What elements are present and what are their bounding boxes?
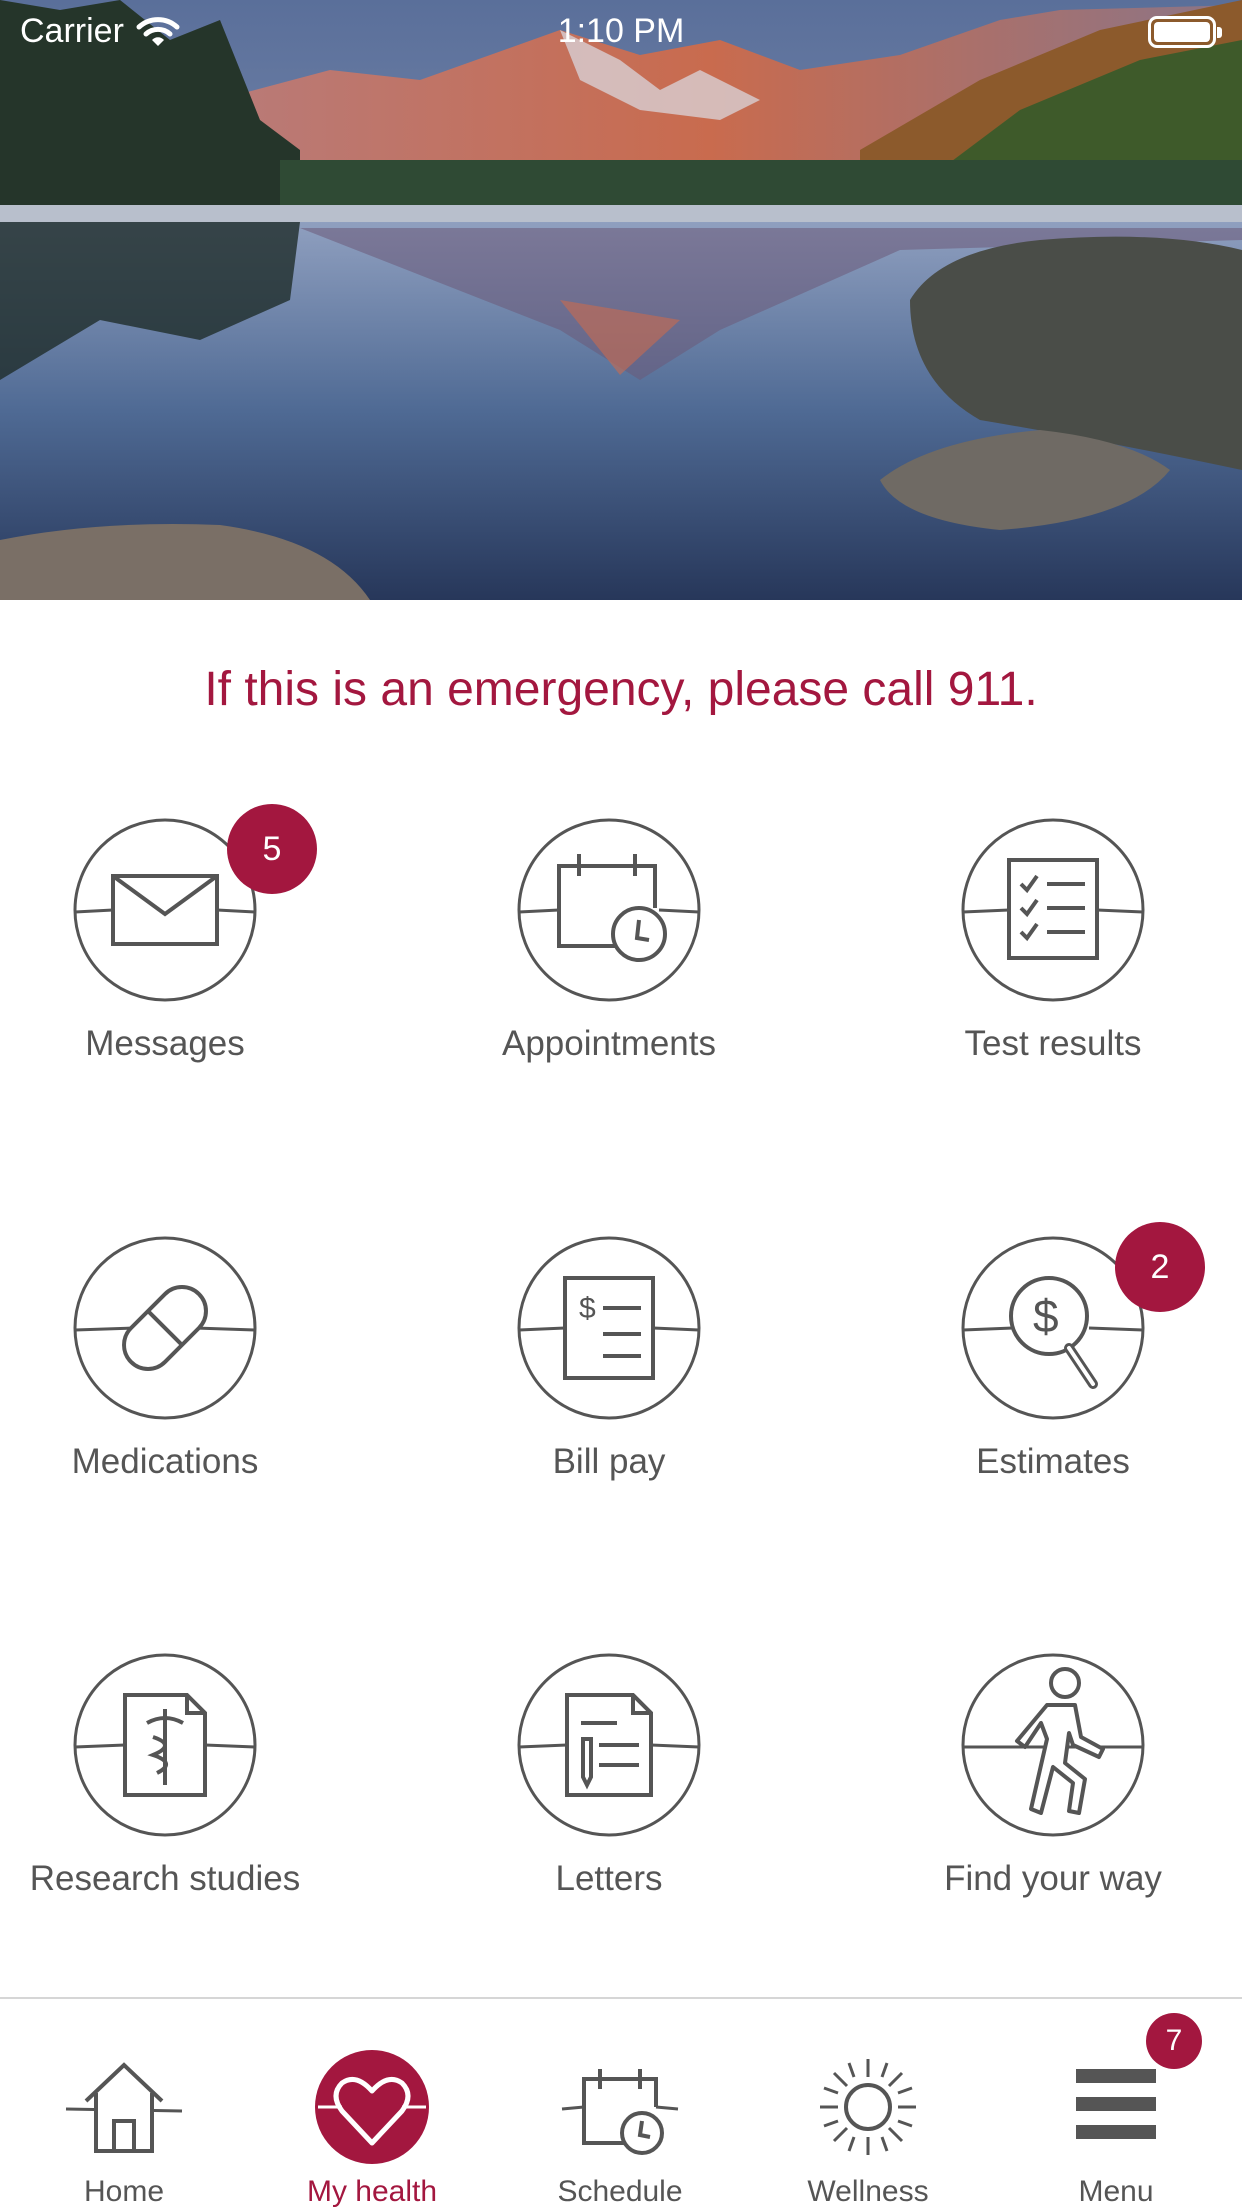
emergency-notice: If this is an emergency, please call 911… (204, 663, 1038, 716)
caduceus-document-icon (73, 1653, 257, 1837)
estimates-badge: 2 (1115, 1222, 1205, 1312)
bottom-tab-bar: Home My health Schedule Wellness 7 Menu (0, 1997, 1242, 2208)
bill-document-icon: $ (517, 1236, 701, 1420)
tile-label-find-your-way: Find your way (944, 1859, 1162, 1898)
checklist-icon (961, 818, 1145, 1002)
svg-text:$: $ (1033, 1290, 1059, 1342)
menu-badge: 7 (1146, 2013, 1202, 2069)
tile-test-results[interactable]: Test results (846, 818, 1242, 1064)
tab-wellness[interactable]: Wellness (744, 1999, 992, 2208)
walking-person-icon (961, 1653, 1145, 1837)
tab-my-health[interactable]: My health (248, 1999, 496, 2208)
tile-letters[interactable]: Letters (402, 1653, 816, 1899)
sun-icon (820, 2059, 916, 2155)
battery-icon (1148, 16, 1222, 48)
tile-find-your-way[interactable]: Find your way (846, 1653, 1242, 1899)
hero-image (0, 0, 1242, 600)
messages-badge: 5 (227, 804, 317, 894)
tab-home[interactable]: Home (0, 1999, 248, 2208)
tab-label-schedule: Schedule (557, 2175, 683, 2208)
svg-text:$: $ (579, 1292, 596, 1325)
tab-label-home: Home (83, 2175, 165, 2208)
tab-menu[interactable]: 7 Menu (992, 1999, 1240, 2208)
tile-messages[interactable]: 5 Messages (0, 804, 372, 1064)
tile-label-appointments: Appointments (501, 1024, 717, 1063)
tile-label-medications: Medications (71, 1442, 259, 1481)
tab-label-wellness: Wellness (807, 2175, 929, 2208)
tile-label-estimates: Estimates (976, 1442, 1130, 1481)
tile-estimates[interactable]: $ 2 Estimates (846, 1222, 1242, 1482)
pill-capsule-icon (73, 1236, 257, 1420)
letter-document-icon (517, 1653, 701, 1837)
tile-label-messages: Messages (85, 1024, 245, 1063)
house-icon (65, 2062, 183, 2153)
tab-label-menu: Menu (1078, 2175, 1154, 2208)
status-time: 1:10 PM (557, 12, 685, 50)
tile-label-bill-pay: Bill pay (552, 1442, 666, 1481)
tile-label-test-results: Test results (964, 1024, 1142, 1063)
tile-bill-pay[interactable]: $ Bill pay (402, 1236, 816, 1482)
tab-label-my-health: My health (306, 2175, 438, 2208)
tile-research-studies[interactable]: Research studies (0, 1653, 372, 1899)
tile-appointments[interactable]: Appointments (402, 818, 816, 1064)
status-bar: Carrier 1:10 PM (0, 0, 1242, 60)
heart-icon (315, 2050, 429, 2164)
tile-label-letters: Letters (555, 1859, 663, 1898)
hamburger-menu-icon (1076, 2069, 1156, 2139)
calendar-clock-icon (561, 2069, 679, 2155)
calendar-clock-icon (517, 818, 701, 1002)
tile-medications[interactable]: Medications (0, 1236, 372, 1482)
tab-schedule[interactable]: Schedule (496, 1999, 744, 2208)
tile-label-research-studies: Research studies (29, 1859, 301, 1898)
